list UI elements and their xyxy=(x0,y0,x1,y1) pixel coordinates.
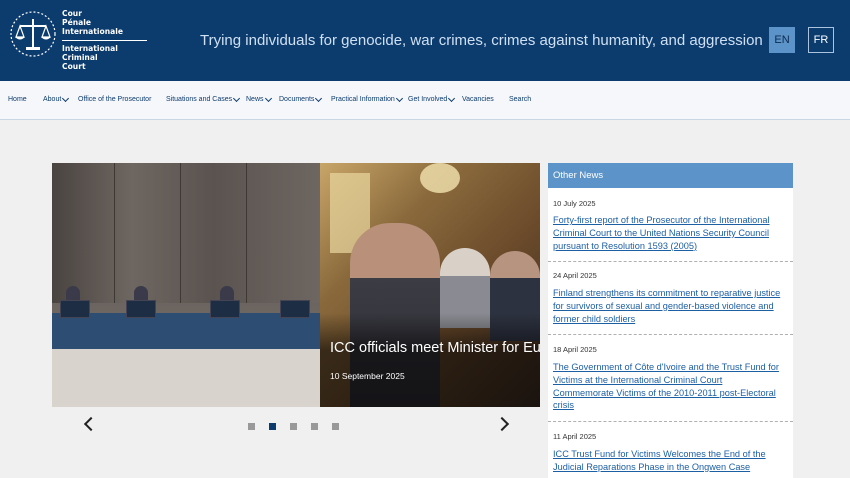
slide-caption-date: 10 September 2025 xyxy=(330,371,405,381)
chevron-down-icon xyxy=(315,94,323,102)
chevron-down-icon xyxy=(233,94,241,102)
logo-line: Cour xyxy=(62,9,82,18)
other-news-heading: Other News xyxy=(548,163,793,188)
nav-item-vacancies[interactable]: Vacancies xyxy=(462,96,494,103)
site-header: Cour Pénale Internationale International… xyxy=(0,0,850,81)
nav-item-news[interactable]: News xyxy=(246,94,272,103)
news-item: 24 April 2025 Finland strengthens its co… xyxy=(548,262,793,335)
news-link[interactable]: Forty-first report of the Prosecutor of … xyxy=(553,214,785,252)
courtroom-wall xyxy=(52,163,320,303)
nav-item-practical-information[interactable]: Practical Information xyxy=(331,94,403,103)
carousel-dot-4[interactable] xyxy=(311,423,318,430)
logo-line: Court xyxy=(62,62,86,72)
nav-label: About xyxy=(43,96,62,103)
icc-scales-logo-icon[interactable] xyxy=(8,9,58,59)
nav-item-about[interactable]: About xyxy=(43,94,70,103)
logo-line: Criminal xyxy=(62,52,98,62)
news-link[interactable]: The Government of Côte d'Ivoire and the … xyxy=(553,361,785,412)
nav-item-situations-and-cases[interactable]: Situations and Cases xyxy=(166,94,241,103)
site-tagline: Trying individuals for genocide, war cri… xyxy=(200,32,763,49)
news-carousel[interactable]: ICC officials meet Minister for Eu 10 Se… xyxy=(52,163,540,407)
chevron-down-icon xyxy=(395,94,403,102)
logo-line: Internationale xyxy=(62,27,124,37)
logo-line: International xyxy=(62,43,118,53)
chevron-down-icon xyxy=(264,94,272,102)
nav-label: Get Involved xyxy=(408,96,448,103)
nav-label: Documents xyxy=(279,96,315,103)
nav-item-documents[interactable]: Documents xyxy=(279,94,323,103)
logo-text[interactable]: Cour Pénale Internationale International… xyxy=(62,9,147,71)
nav-item-office-of-the-prosecutor[interactable]: Office of the Prosecutor xyxy=(78,96,151,103)
news-date: 11 April 2025 xyxy=(553,432,597,441)
wall-panel-line xyxy=(246,163,247,303)
slide-caption-title[interactable]: ICC officials meet Minister for Eu xyxy=(330,340,540,356)
carousel-dot-1[interactable] xyxy=(248,423,255,430)
courtroom-foreground-desk xyxy=(52,349,320,407)
chevron-down-icon xyxy=(62,94,70,102)
chevron-down-icon xyxy=(448,94,456,102)
courtroom-photo xyxy=(52,163,320,407)
courtroom-desk xyxy=(52,313,320,349)
news-link[interactable]: ICC Trust Fund for Victims Welcomes the … xyxy=(553,448,785,474)
news-item: 10 July 2025 Forty-first report of the P… xyxy=(548,188,793,262)
chevron-right-icon[interactable] xyxy=(494,416,510,432)
main-navigation: Home About Office of the Prosecutor Situ… xyxy=(0,81,850,120)
nav-item-search[interactable]: Search xyxy=(509,96,531,103)
desk-monitor xyxy=(280,300,310,318)
carousel-dot-5[interactable] xyxy=(332,423,339,430)
news-item: 18 April 2025 The Government of Côte d'I… xyxy=(548,335,793,422)
desk-monitor xyxy=(60,300,90,318)
caption-shade xyxy=(320,313,540,407)
language-en-button[interactable]: EN xyxy=(769,27,795,53)
news-date: 18 April 2025 xyxy=(553,345,597,354)
chevron-left-icon[interactable] xyxy=(83,416,99,432)
news-item: 11 April 2025 ICC Trust Fund for Victims… xyxy=(548,422,793,478)
nav-item-home[interactable]: Home xyxy=(8,96,27,103)
nav-label: Search xyxy=(509,96,532,103)
news-date: 24 April 2025 xyxy=(553,271,597,280)
nav-label: News xyxy=(246,96,264,103)
carousel-dot-3[interactable] xyxy=(290,423,297,430)
carousel-dot-2[interactable] xyxy=(269,423,276,430)
language-fr-button[interactable]: FR xyxy=(808,27,834,53)
news-link[interactable]: Finland strengthens its commitment to re… xyxy=(553,287,785,325)
photo-lamp xyxy=(420,163,460,193)
nav-label: Situations and Cases xyxy=(166,96,233,103)
nav-label: Vacancies xyxy=(462,96,494,103)
wall-panel-line xyxy=(180,163,181,303)
nav-label: Office of the Prosecutor xyxy=(78,96,152,103)
nav-label: Practical Information xyxy=(331,96,395,103)
nav-label: Home xyxy=(8,96,27,103)
desk-monitor xyxy=(126,300,156,318)
news-date: 10 July 2025 xyxy=(553,199,596,208)
wall-panel-line xyxy=(114,163,115,303)
other-news-panel: Other News 10 July 2025 Forty-first repo… xyxy=(548,163,793,478)
nav-item-get-involved[interactable]: Get Involved xyxy=(408,94,456,103)
logo-divider xyxy=(62,39,147,41)
desk-monitor xyxy=(210,300,240,318)
logo-line: Pénale xyxy=(62,18,91,28)
